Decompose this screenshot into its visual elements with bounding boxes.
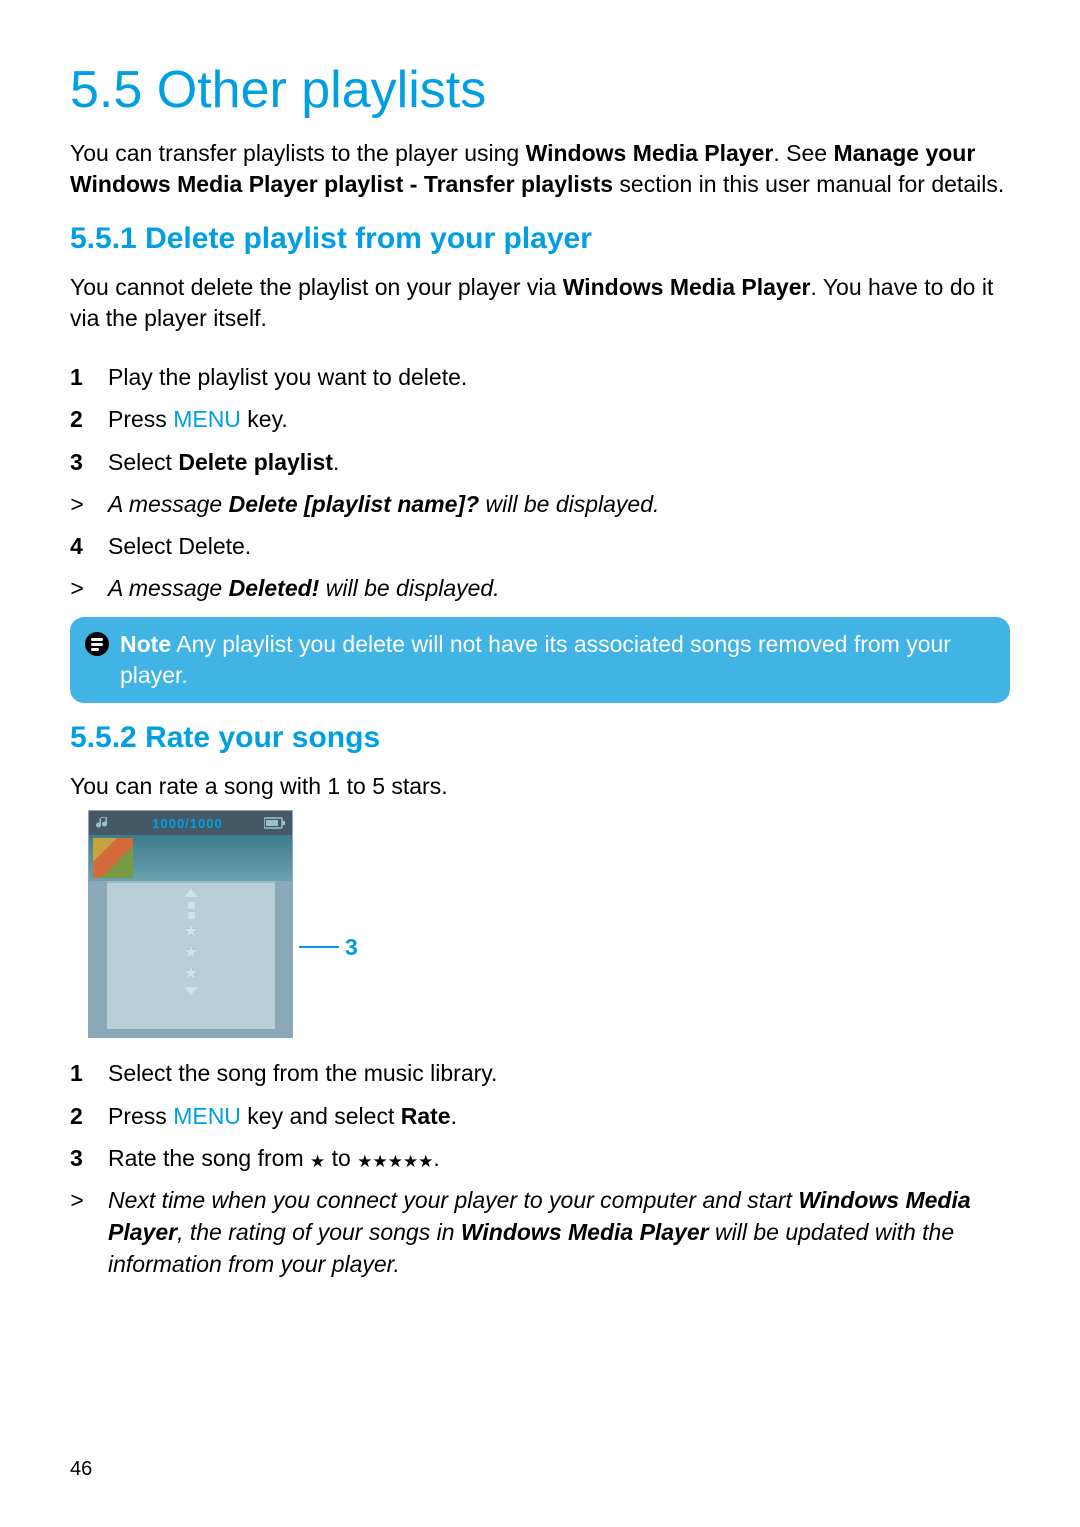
subsection-intro-rate: You can rate a song with 1 to 5 stars. [70, 771, 1010, 802]
player-album-art [93, 838, 133, 878]
step-3: 3 Select Delete playlist. [70, 441, 1010, 483]
note-box: Note Any playlist you delete will not ha… [70, 617, 1010, 703]
rate-result: > Next time when you connect your player… [70, 1179, 1010, 1286]
player-screenshot: 1000/1000 ★ ★ ★ [88, 810, 293, 1038]
step-2: 2 Press MENU key. [70, 398, 1010, 440]
rate-option-dot [188, 902, 195, 909]
figure-callout-line [299, 946, 339, 948]
player-statusbar: 1000/1000 [89, 811, 292, 835]
menu-key-text: MENU [173, 1103, 241, 1129]
subsection-heading-delete: 5.5.1 Delete playlist from your player [70, 222, 1010, 256]
rate-star-option: ★ [107, 964, 275, 982]
note-body: Any playlist you delete will not have it… [120, 631, 951, 688]
star-icon: ★ [310, 1152, 325, 1171]
battery-icon [264, 817, 286, 829]
five-star-icon: ★★★★★ [357, 1152, 433, 1171]
chevron-up-icon [184, 889, 198, 897]
rate-step-2: 2 Press MENU key and select Rate. [70, 1095, 1010, 1137]
menu-key-text: MENU [173, 406, 241, 432]
player-rate-panel: ★ ★ ★ [107, 881, 275, 1029]
rate-step-1: 1 Select the song from the music library… [70, 1052, 1010, 1094]
subsection-intro-delete: You cannot delete the playlist on your p… [70, 272, 1010, 334]
section-title-text: Other playlists [157, 61, 486, 119]
rate-step-3: 3 Rate the song from ★ to ★★★★★. [70, 1137, 1010, 1179]
rate-star-option: ★ [107, 943, 275, 961]
result-message-2: > A message Deleted! will be displayed. [70, 567, 1010, 609]
chevron-down-icon [184, 987, 198, 995]
section-number: 5.5 [70, 61, 142, 119]
step-4: 4 Select Delete. [70, 525, 1010, 567]
page-number: 46 [70, 1458, 92, 1481]
delete-steps-list: 1 Play the playlist you want to delete. … [70, 356, 1010, 609]
note-icon [84, 631, 110, 691]
music-note-icon [95, 815, 111, 831]
section-intro: You can transfer playlists to the player… [70, 138, 1010, 200]
figure-callout-number: 3 [345, 934, 358, 961]
rate-star-option: ★ [107, 922, 275, 940]
rate-option-dot [188, 912, 195, 919]
note-label: Note [120, 631, 171, 657]
manual-page: 5.5 Other playlists You can transfer pla… [0, 0, 1080, 1527]
player-track-counter: 1000/1000 [152, 816, 222, 831]
player-album-strip [89, 835, 292, 881]
step-1: 1 Play the playlist you want to delete. [70, 356, 1010, 398]
rate-steps-list: 1 Select the song from the music library… [70, 1052, 1010, 1285]
section-heading: 5.5 Other playlists [70, 60, 1010, 120]
subsection-heading-rate: 5.5.2 Rate your songs [70, 721, 1010, 755]
result-message-1: > A message Delete [playlist name]? will… [70, 483, 1010, 525]
rate-figure: 1000/1000 ★ ★ ★ [88, 810, 1010, 1038]
